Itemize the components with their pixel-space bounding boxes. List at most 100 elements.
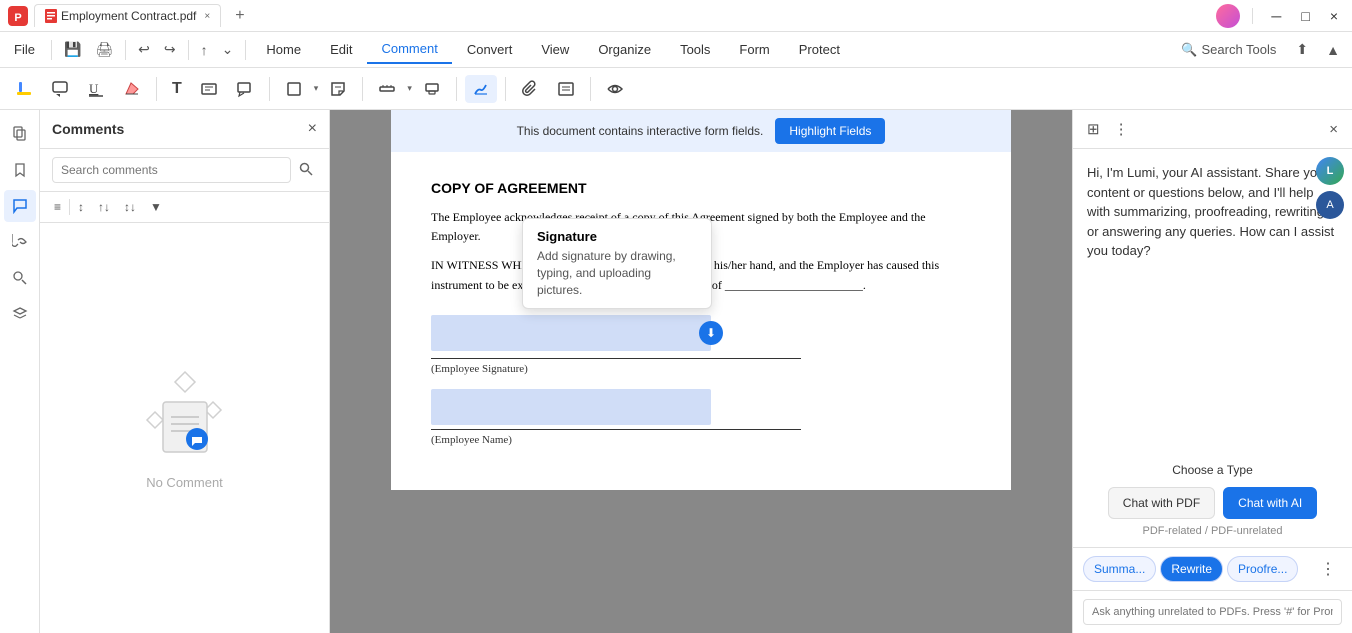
ai-chat-input[interactable] [1083, 599, 1342, 625]
print-icon[interactable]: 🖨 [89, 37, 119, 62]
expand-icon[interactable]: ⌄ [216, 37, 240, 62]
ai-action-buttons: Summa... Rewrite Proofre... ⋮ [1073, 547, 1352, 590]
comments-search-button[interactable] [295, 158, 317, 183]
nav-organize[interactable]: Organize [584, 36, 665, 63]
toolbar-sep-4 [456, 77, 457, 101]
menubar: File 💾 🖨 ↩ ↪ ↑ ⌄ Home Edit Comment Conve… [0, 32, 1352, 68]
user-avatar[interactable] [1216, 4, 1240, 28]
nav-form[interactable]: Form [725, 36, 783, 63]
titlebar: P Employment Contract.pdf × + ─ □ × [0, 0, 1352, 32]
nav-home[interactable]: Home [252, 36, 315, 63]
new-tab-button[interactable]: + [227, 3, 252, 29]
chat-with-pdf-button[interactable]: Chat with PDF [1108, 487, 1215, 519]
pages-sidebar-icon[interactable] [4, 118, 36, 150]
separator [188, 40, 189, 60]
ai-more-header-icon[interactable]: ⋮ [1110, 118, 1133, 140]
main-layout: Comments × ≡ ↕ ↑↓ ↕↓ ▼ [0, 110, 1352, 633]
bookmark-sidebar-icon[interactable] [4, 154, 36, 186]
ai-actions-more-icon[interactable]: ⋮ [1314, 557, 1342, 581]
search-tools-button[interactable]: 🔍 Search Tools [1171, 38, 1286, 62]
sig-label-2: (Employee Name) [431, 434, 971, 446]
toolbar-sep-1 [156, 77, 157, 101]
close-window-button[interactable]: × [1324, 6, 1344, 26]
maximize-button[interactable]: □ [1295, 6, 1315, 26]
toolbar-sep-2 [269, 77, 270, 101]
callout-tool[interactable] [229, 75, 261, 103]
redo-icon[interactable]: ↪ [158, 37, 182, 62]
highlight-tool[interactable] [8, 75, 40, 103]
pdf-section-title: COPY OF AGREEMENT [431, 180, 971, 196]
svg-text:U: U [89, 81, 99, 96]
employee-name-field[interactable] [431, 389, 711, 425]
comments-sidebar-icon[interactable] [4, 190, 36, 222]
ai-avatars: L A [1316, 157, 1344, 219]
search-tools-icon: 🔍 [1181, 42, 1197, 58]
text-tool[interactable]: T [165, 75, 189, 103]
comments-filter-icon[interactable]: ≡ [48, 196, 67, 218]
ai-panel-close-icon[interactable]: × [1325, 119, 1342, 140]
undo-icon[interactable]: ↩ [132, 37, 156, 62]
stamp-tool[interactable] [416, 75, 448, 103]
eraser-tool[interactable] [116, 75, 148, 103]
rewrite-button[interactable]: Rewrite [1160, 556, 1223, 582]
sep [1252, 8, 1253, 24]
separator [125, 40, 126, 60]
nav-protect[interactable]: Protect [785, 36, 854, 63]
comments-empty-state: No Comment [40, 223, 329, 633]
chat-with-ai-button[interactable]: Chat with AI [1223, 487, 1317, 519]
nav-tools[interactable]: Tools [666, 36, 724, 63]
collapse-button[interactable]: ▲ [1318, 38, 1348, 62]
measure-tool[interactable] [371, 75, 403, 103]
tab-close-icon[interactable]: × [204, 11, 210, 22]
notification-bar: This document contains interactive form … [391, 110, 1011, 152]
measure-dropdown[interactable]: ▾ [407, 83, 412, 94]
highlight-fields-button[interactable]: Highlight Fields [775, 118, 885, 144]
shape-tool[interactable] [278, 75, 310, 103]
sig-tooltip-title: Signature [537, 229, 697, 244]
toolbar-sep-3 [362, 77, 363, 101]
comments-panel-close[interactable]: × [308, 120, 317, 138]
ms-avatar[interactable]: A [1316, 191, 1344, 219]
comments-sort-icon[interactable]: ↕ [72, 196, 90, 218]
comments-search-input[interactable] [52, 157, 291, 183]
comments-collapse-icon[interactable]: ↕↓ [118, 196, 142, 218]
summarize-button[interactable]: Summa... [1083, 556, 1156, 582]
employee-signature-field[interactable]: ⬇ [431, 315, 711, 351]
show-tool[interactable] [599, 75, 631, 103]
file-menu[interactable]: File [4, 38, 45, 61]
lumi-avatar[interactable]: L [1316, 157, 1344, 185]
save-icon[interactable]: 💾 [58, 37, 87, 62]
proofread-button[interactable]: Proofre... [1227, 556, 1298, 582]
comment-box-tool[interactable] [44, 75, 76, 103]
share-icon[interactable]: ↑ [195, 38, 214, 62]
ai-filter-icon[interactable]: ⊞ [1083, 118, 1104, 140]
toolbar: U T ▾ ▾ [0, 68, 1352, 110]
nav-menu: Home Edit Comment Convert View Organize … [252, 35, 854, 64]
signature-section: ⬇ (Employee Signature) (Employee Name) [431, 315, 971, 446]
sign-tool[interactable] [465, 75, 497, 103]
empty-illustration [135, 367, 235, 467]
minimize-button[interactable]: ─ [1265, 6, 1287, 26]
nav-edit[interactable]: Edit [316, 36, 366, 63]
attach-tool[interactable] [514, 75, 546, 103]
textbox-tool[interactable] [193, 75, 225, 103]
type-subtitle: PDF-related / PDF-unrelated [1073, 525, 1352, 537]
comments-expand-icon[interactable]: ↑↓ [92, 196, 116, 218]
layers-sidebar-icon[interactable] [4, 298, 36, 330]
text-edit-tool[interactable] [550, 75, 582, 103]
comments-search-row [40, 149, 329, 192]
left-sidebar [0, 110, 40, 633]
nav-convert[interactable]: Convert [453, 36, 527, 63]
active-tab[interactable]: Employment Contract.pdf × [34, 4, 221, 27]
underline-tool[interactable]: U [80, 75, 112, 103]
shape-dropdown[interactable]: ▾ [314, 83, 319, 94]
nav-comment[interactable]: Comment [367, 35, 451, 64]
choose-type-label: Choose a Type [1073, 463, 1352, 477]
search-sidebar-icon[interactable] [4, 262, 36, 294]
note-tool[interactable] [322, 75, 354, 103]
comments-dropdown-icon[interactable]: ▼ [144, 196, 168, 218]
upload-button[interactable]: ⬆ [1288, 37, 1316, 62]
upload-indicator: ⬇ [699, 321, 723, 345]
links-sidebar-icon[interactable] [4, 226, 36, 258]
nav-view[interactable]: View [527, 36, 583, 63]
